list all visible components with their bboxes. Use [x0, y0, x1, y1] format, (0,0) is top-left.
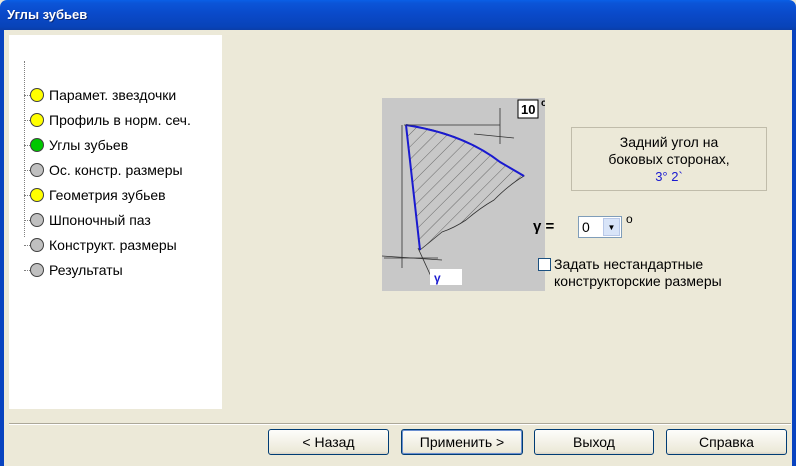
tree-item-label: Углы зубьев — [49, 137, 129, 153]
window-title: Углы зубьев — [7, 7, 88, 22]
chevron-down-icon[interactable]: ▼ — [603, 218, 620, 236]
tree-item-label: Результаты — [49, 262, 123, 278]
tree-item-label: Геометрия зубьев — [49, 187, 166, 203]
window-frame-right — [792, 30, 796, 466]
gamma-selected-value: 0 — [582, 219, 590, 235]
status-bullet-icon — [30, 238, 44, 252]
tree-item-label: Парамет. звездочки — [49, 87, 177, 103]
back-button[interactable]: < Назад — [268, 429, 389, 455]
help-button[interactable]: Справка — [666, 429, 787, 455]
tree-item-label: Шпоночный паз — [49, 212, 151, 228]
navigation-tree: Парамет. звездочки Профиль в норм. сеч. … — [9, 35, 222, 409]
tooth-angle-diagram: 10 o γ — [381, 98, 547, 291]
gamma-diagram-label: γ — [434, 271, 441, 285]
nonstandard-dimensions-label[interactable]: Задать нестандартные конструкторские раз… — [554, 256, 722, 290]
gamma-degree-mark: o — [626, 212, 633, 226]
apply-button[interactable]: Применить > — [401, 429, 523, 455]
tree-item-tooth-geometry[interactable]: Геометрия зубьев — [24, 186, 166, 204]
tree-item-keyway[interactable]: Шпоночный паз — [24, 211, 151, 229]
tree-item-normal-profile[interactable]: Профиль в норм. сеч. — [24, 111, 191, 129]
status-bullet-icon — [30, 88, 44, 102]
angle-degree-mark: o — [541, 98, 545, 109]
angle-value-label: 10 — [521, 102, 535, 117]
status-bullet-icon — [30, 213, 44, 227]
status-bullet-icon — [30, 163, 44, 177]
footer-separator — [9, 423, 791, 425]
tree-item-label: Ос. констр. размеры — [49, 162, 183, 178]
window-frame-left — [0, 30, 4, 466]
tree-item-design-dimensions[interactable]: Конструкт. размеры — [24, 236, 177, 254]
tree-item-results[interactable]: Результаты — [24, 261, 123, 279]
tree-item-label: Конструкт. размеры — [49, 237, 177, 253]
nonstandard-dimensions-checkbox[interactable] — [538, 258, 551, 271]
tree-item-sprocket-params[interactable]: Парамет. звездочки — [24, 86, 176, 104]
title-bar: Углы зубьев — [0, 0, 796, 30]
rear-angle-info-box: Задний угол на боковых сторонах, 3° 2` — [571, 127, 767, 191]
tree-item-basic-dimensions[interactable]: Ос. констр. размеры — [24, 161, 183, 179]
gamma-label: γ = — [533, 218, 555, 235]
exit-button[interactable]: Выход — [534, 429, 654, 455]
info-line-1: Задний угол на — [619, 134, 719, 150]
gamma-select[interactable]: 0 ▼ — [578, 216, 622, 238]
status-bullet-icon — [30, 113, 44, 127]
tree-item-tooth-angles[interactable]: Углы зубьев — [24, 136, 128, 154]
info-line-2: боковых сторонах, — [608, 151, 730, 167]
status-bullet-icon — [30, 188, 44, 202]
rear-angle-value: 3° 2` — [655, 169, 683, 184]
status-bullet-icon — [30, 138, 44, 152]
tree-item-label: Профиль в норм. сеч. — [49, 112, 191, 128]
status-bullet-icon — [30, 263, 44, 277]
